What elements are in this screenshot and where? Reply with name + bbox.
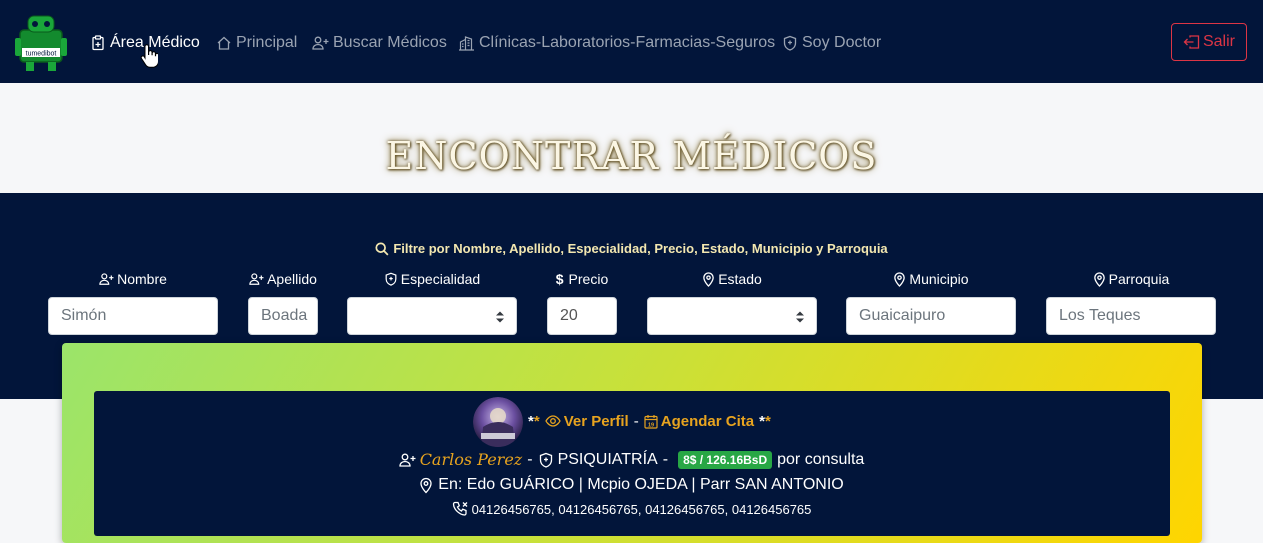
buildings-icon bbox=[459, 36, 474, 51]
box-arrow-left-icon bbox=[1183, 35, 1200, 49]
nav-clinicas[interactable]: Clínicas-Laboratorios-Farmacias-Seguros bbox=[458, 32, 775, 54]
svg-text:19: 19 bbox=[648, 422, 654, 428]
dollar-icon: $ bbox=[555, 271, 564, 287]
person-plus-icon bbox=[249, 273, 264, 285]
geo-pin-icon bbox=[894, 271, 906, 287]
label-text: Precio bbox=[568, 271, 609, 287]
shield-plus-icon bbox=[385, 272, 397, 286]
nav-buscar-medicos[interactable]: Buscar Médicos bbox=[312, 32, 447, 54]
filter-heading-text: Filtre por Nombre, Apellido, Especialida… bbox=[393, 241, 888, 256]
nombre-input[interactable]: Simón bbox=[48, 297, 218, 335]
estado-select[interactable] bbox=[647, 297, 817, 335]
label-nombre: Nombre bbox=[48, 270, 218, 288]
geo-pin-icon bbox=[1093, 271, 1105, 287]
nav-label: Buscar Médicos bbox=[333, 34, 447, 51]
label-text: Nombre bbox=[117, 271, 167, 287]
location-text: En: Edo GUÁRICO | Mcpio OJEDA | Parr SAN… bbox=[438, 476, 844, 493]
agendar-cita-link[interactable]: 19 Agendar Cita bbox=[644, 413, 754, 430]
logo-text: tumedibot bbox=[26, 51, 57, 58]
label-text: Municipio bbox=[909, 271, 969, 287]
label-precio: $ Precio bbox=[547, 270, 617, 288]
label-text: Especialidad bbox=[400, 271, 481, 287]
parroquia-input[interactable]: Los Teques bbox=[1046, 297, 1216, 335]
filter-heading: Filtre por Nombre, Apellido, Especialida… bbox=[0, 241, 1263, 256]
select-arrows-icon bbox=[496, 311, 504, 323]
placeholder: Simón bbox=[61, 307, 107, 324]
doctor-name: Carlos Perez bbox=[419, 450, 523, 469]
separator-dash: - bbox=[662, 450, 669, 468]
agendar-cita-label: Agendar Cita bbox=[660, 412, 755, 430]
hand-cursor-icon bbox=[140, 44, 158, 68]
search-icon bbox=[375, 241, 389, 255]
placeholder: Boada bbox=[261, 307, 308, 324]
nav-label: Clínicas-Laboratorios-Farmacias-Seguros bbox=[479, 34, 776, 51]
star-left-gold: * bbox=[533, 412, 540, 430]
star-right-gold: * bbox=[764, 412, 771, 430]
label-text: Estado bbox=[718, 271, 762, 287]
tumedibot-logo[interactable]: tumedibot bbox=[14, 12, 68, 72]
page-title: ENCONTRAR MÉDICOS bbox=[385, 134, 878, 178]
price-badge: 8$ / 126.16BsD bbox=[678, 450, 773, 469]
especialidad-select[interactable] bbox=[347, 297, 517, 335]
person-plus-icon bbox=[99, 273, 114, 285]
specialty: PSIQUIATRÍA bbox=[557, 450, 658, 468]
geo-pin-icon bbox=[420, 477, 432, 493]
house-icon bbox=[217, 36, 231, 50]
label-text: Apellido bbox=[267, 271, 317, 287]
select-arrows-icon bbox=[796, 311, 804, 323]
card-actions-row: * * Ver Perfil - 19 Agendar Cita * * bbox=[528, 411, 771, 431]
nav-principal[interactable]: Principal bbox=[216, 32, 297, 54]
person-plus-icon bbox=[312, 36, 329, 50]
logout-label: Salir bbox=[1202, 33, 1235, 50]
value: 20 bbox=[560, 307, 578, 324]
geo-pin-icon bbox=[703, 271, 714, 287]
label-municipio: Municipio bbox=[846, 270, 1016, 288]
apellido-input[interactable]: Boada bbox=[248, 297, 318, 335]
label-parroquia: Parroquia bbox=[1046, 270, 1216, 288]
placeholder: Los Teques bbox=[1059, 307, 1141, 324]
clipboard-plus-icon bbox=[92, 35, 104, 51]
phones-row: 04126456765, 04126456765, 04126456765, 0… bbox=[0, 501, 1263, 517]
separator-dash: - bbox=[633, 412, 639, 430]
phones-text: 04126456765, 04126456765, 04126456765, 0… bbox=[471, 501, 812, 517]
nav-soy-doctor[interactable]: Soy Doctor bbox=[782, 32, 881, 54]
nav-label: Principal bbox=[236, 34, 298, 51]
municipio-input[interactable]: Guaicaipuro bbox=[846, 297, 1016, 335]
telephone-icon bbox=[452, 501, 468, 516]
ver-perfil-link[interactable]: Ver Perfil bbox=[544, 412, 629, 430]
ver-perfil-label: Ver Perfil bbox=[563, 412, 629, 430]
location-row: En: Edo GUÁRICO | Mcpio OJEDA | Parr SAN… bbox=[0, 476, 1263, 494]
per-consult-text: por consulta bbox=[777, 450, 865, 468]
label-especialidad: Especialidad bbox=[347, 270, 517, 288]
shield-icon bbox=[783, 35, 797, 51]
doctor-avatar[interactable] bbox=[473, 397, 523, 447]
separator-dash: - bbox=[527, 450, 533, 468]
doctor-info-row: Carlos Perez - PSIQUIATRÍA - 8$ / 126.16… bbox=[0, 450, 1263, 469]
eye-icon bbox=[544, 415, 561, 427]
placeholder: Guaicaipuro bbox=[859, 307, 946, 324]
person-plus-icon bbox=[399, 453, 416, 467]
nav-label: Soy Doctor bbox=[802, 34, 882, 51]
calendar-icon: 19 bbox=[644, 414, 658, 429]
label-estado: Estado bbox=[647, 270, 817, 288]
shield-plus-icon bbox=[539, 452, 552, 468]
label-text: Parroquia bbox=[1108, 271, 1170, 287]
label-apellido: Apellido bbox=[248, 270, 318, 288]
logout-button[interactable]: Salir bbox=[1171, 23, 1247, 61]
precio-input[interactable]: 20 bbox=[547, 297, 617, 335]
